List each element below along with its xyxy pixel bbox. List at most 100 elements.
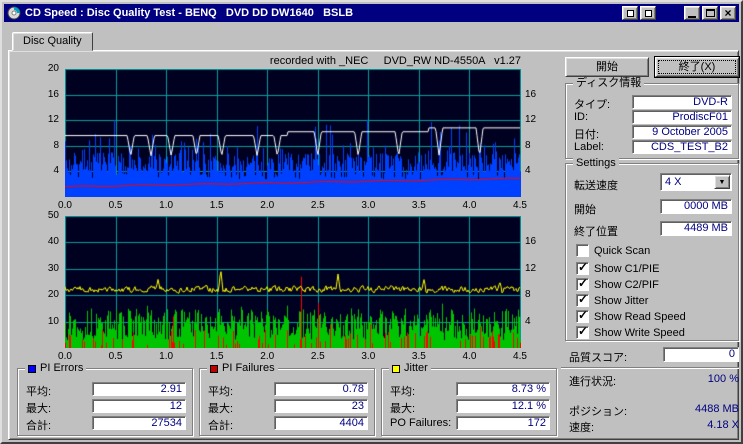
panel-title: PI Failures: [222, 362, 275, 375]
total-label: 合計:: [208, 417, 233, 433]
x-axis-tick: 1.0: [151, 351, 181, 363]
disc-id-label: ID:: [574, 111, 588, 123]
quality-score-value: 0: [663, 347, 739, 362]
y-left-axis-tick: 50: [17, 210, 59, 222]
quality-score-label: 品質スコア:: [569, 349, 627, 365]
start-position-label: 開始: [574, 201, 596, 217]
disc-label-value: CDS_TEST_B2: [632, 140, 732, 154]
checkbox-label: Show Write Speed: [594, 327, 685, 339]
y-right-axis-tick: 12: [525, 263, 545, 275]
tab-disc-quality[interactable]: Disc Quality: [12, 32, 93, 51]
checkbox-box: ✓: [576, 326, 589, 339]
disc-quality-page: recorded with _NEC DVD_RW ND-4550A v1.27…: [8, 50, 739, 440]
red-square-icon: [210, 365, 218, 373]
x-axis-tick: 3.0: [353, 200, 383, 212]
progress-label: 進行状況:: [569, 373, 616, 389]
checkbox-label: Show C2/PIF: [594, 279, 659, 291]
start-button[interactable]: 開始: [565, 57, 649, 77]
panel-title: Jitter: [404, 362, 428, 375]
disc-type-value: DVD-R: [632, 95, 732, 109]
jitter-panel: Jitter 平均: 8.73 % 最大: 12.1 % PO Failures…: [381, 368, 557, 436]
pi-errors-plot: [65, 69, 521, 197]
end-position-field[interactable]: 4489 MB: [660, 221, 732, 236]
checkbox-box: ✓: [576, 262, 589, 275]
settings-group: Settings 転送速度 4 X ▼ 開始 0000 MB 終了位置 4489…: [565, 163, 739, 341]
y-left-axis-tick: 16: [17, 89, 59, 101]
titlebar-extra-button-1[interactable]: [622, 6, 638, 20]
total-value: 4404: [274, 416, 368, 430]
start-position-field[interactable]: 0000 MB: [660, 199, 732, 214]
total-value: 27534: [92, 416, 186, 430]
checkbox-box: [576, 244, 589, 257]
checkbox-quick-scan[interactable]: Quick Scan: [576, 244, 650, 257]
x-axis-tick: 4.0: [454, 351, 484, 363]
app-icon: [7, 6, 21, 20]
position-label: ポジション:: [569, 403, 627, 419]
minimize-button[interactable]: [684, 6, 700, 20]
x-axis-tick: 4.5: [505, 200, 535, 212]
transfer-speed-label: 転送速度: [574, 177, 618, 193]
yellow-square-icon: [392, 365, 400, 373]
disc-info-group: ディスク情報 タイプ: DVD-R ID: ProdiscF01 日付: 9 O…: [565, 83, 739, 159]
window-controls: ×: [684, 6, 736, 20]
pi-errors-chart: 201612841612840.00.51.01.52.02.53.03.54.…: [17, 69, 549, 215]
speed-select-value: 4 X: [665, 176, 682, 188]
check-icon: ✓: [578, 292, 588, 306]
avg-value: 0.78: [274, 382, 368, 396]
disc-type-label: タイプ:: [574, 96, 610, 112]
maximize-button[interactable]: [702, 6, 718, 20]
y-right-axis-tick: 8: [525, 289, 545, 301]
avg-value: 2.91: [92, 382, 186, 396]
y-left-axis-tick: 40: [17, 236, 59, 248]
window-title: CD Speed : Disc Quality Test - BENQ DVD …: [25, 7, 622, 19]
y-right-axis-tick: 16: [525, 89, 545, 101]
speed-value: 4.18 X: [639, 419, 739, 431]
avg-label: 平均:: [26, 383, 51, 399]
x-axis-tick: 2.5: [303, 351, 333, 363]
checkbox-box: ✓: [576, 294, 589, 307]
close-button[interactable]: ×: [720, 6, 736, 20]
check-icon: ✓: [578, 324, 588, 338]
checkbox-label: Show Read Speed: [594, 311, 686, 323]
pi-failures-legend: PI Failures: [207, 362, 278, 375]
chevron-down-icon: ▼: [719, 179, 726, 186]
jitter-legend: Jitter: [389, 362, 431, 375]
titlebar[interactable]: CD Speed : Disc Quality Test - BENQ DVD …: [4, 4, 739, 22]
po-failures-value: 172: [456, 416, 550, 430]
y-left-axis-tick: 10: [17, 316, 59, 328]
checkbox-show-write-speed[interactable]: ✓ Show Write Speed: [576, 326, 685, 339]
y-left-axis-tick: 20: [17, 289, 59, 301]
exit-button[interactable]: 終了(X): [655, 57, 739, 77]
disc-date-value: 9 October 2005: [632, 125, 732, 139]
pi-errors-legend: PI Errors: [25, 362, 86, 375]
checkbox-show-read-speed[interactable]: ✓ Show Read Speed: [576, 310, 686, 323]
small-window-icon: [627, 10, 634, 17]
speed-select[interactable]: 4 X ▼: [660, 173, 732, 191]
x-axis-tick: 1.0: [151, 200, 181, 212]
max-value: 12: [92, 399, 186, 413]
checkbox-show-c2-pif[interactable]: ✓ Show C2/PIF: [576, 278, 659, 291]
po-failures-label: PO Failures:: [390, 417, 451, 429]
max-label: 最大:: [26, 400, 51, 416]
checkbox-show-c1-pie[interactable]: ✓ Show C1/PIE: [576, 262, 659, 275]
pi-failures-panel: PI Failures 平均: 0.78 最大: 23 合計: 4404: [199, 368, 375, 436]
check-icon: ✓: [578, 260, 588, 274]
check-icon: ✓: [578, 276, 588, 290]
y-left-axis-tick: 20: [17, 63, 59, 75]
checkbox-show-jitter[interactable]: ✓ Show Jitter: [576, 294, 648, 307]
minimize-icon: [688, 16, 696, 18]
check-icon: ✓: [578, 308, 588, 322]
max-label: 最大:: [390, 400, 415, 416]
titlebar-extra-button-2[interactable]: [640, 6, 656, 20]
y-right-axis-tick: 4: [525, 165, 545, 177]
y-right-axis-tick: 4: [525, 316, 545, 328]
max-value: 12.1 %: [456, 399, 550, 413]
disc-label-label: Label:: [574, 141, 604, 153]
dropdown-button[interactable]: ▼: [714, 175, 730, 189]
avg-label: 平均:: [390, 383, 415, 399]
max-value: 23: [274, 399, 368, 413]
y-right-axis-tick: 12: [525, 114, 545, 126]
pi-failures-jitter-plot: [65, 216, 521, 348]
recorded-with-note: recorded with _NEC DVD_RW ND-4550A v1.27: [169, 55, 521, 67]
checkbox-box: ✓: [576, 310, 589, 323]
